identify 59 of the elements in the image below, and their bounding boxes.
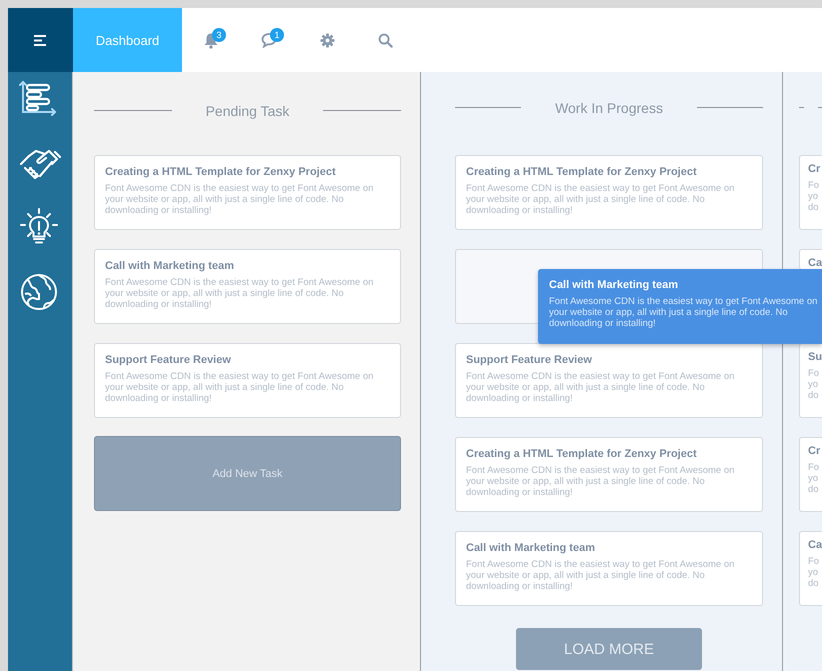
count-badge: 1 [270,28,284,42]
card-text: Fo [808,556,820,567]
card-text: do [808,484,820,495]
add-task-button[interactable]: Add New Task [94,436,401,511]
card-text: yo [808,379,820,390]
card-title: Cr [808,163,822,175]
messages-button[interactable]: 1 [240,8,298,72]
card-text: yo [808,473,820,484]
card-text: Fo [808,368,820,379]
task-card[interactable]: Ca [799,249,822,270]
card-text: Fo [808,180,820,191]
card-text: Font Awesome CDN is the easiest way to get Font Awesome on your website or app, all with just a single line of code. No downloading or installing! [549,296,818,329]
task-card[interactable]: Creating a HTML Template for Zenxy Project Font Awesome CDN is the easiest way to get Font Awesome on your website or app, all with just a single line of code. No downloading or installing! [455,437,763,512]
card-title: Call with Marketing team [549,279,679,291]
card-title: Creating a HTML Template for Zenxy Project [466,166,698,178]
column-title: Pending Task [204,102,290,118]
search-icon [378,32,392,48]
menu-icon [34,34,47,46]
card-text: Font Awesome CDN is the easiest way to get Font Awesome on your website or app, all with just a single line of code. No downloading or installing! [466,183,736,216]
card-title: Creating a HTML Template for Zenxy Project [466,448,698,460]
task-card[interactable]: Cr Fo yo do [799,155,822,230]
card-text: Font Awesome CDN is the easiest way to get Font Awesome on your website or app, all with just a single line of code. No downloading or installing! [466,559,736,592]
task-card[interactable]: Support Feature Review Font Awesome CDN is the easiest way to get Font Awesome on your website or app, all with just a single line of code. No downloading or installing! [94,343,401,418]
card-text: yo [808,191,820,202]
task-card[interactable]: Creating a HTML Template for Zenxy Project Font Awesome CDN is the easiest way to get Font Awesome on your website or app, all with just a single line of code. No downloading or installing! [455,155,763,230]
task-card[interactable]: Ca Fo yo do [799,531,822,606]
card-title: Call with Marketing team [466,542,596,554]
card-text: Fo [808,462,820,473]
card-text: do [808,390,820,401]
card-text: yo [808,567,820,578]
card-text: Font Awesome CDN is the easiest way to get Font Awesome on your website or app, all with just a single line of code. No downloading or installing! [466,465,736,498]
task-card[interactable]: Support Feature Review Font Awesome CDN is the easiest way to get Font Awesome on your website or app, all with just a single line of code. No downloading or installing! [455,343,763,418]
card-text: Font Awesome CDN is the easiest way to get Font Awesome on your website or app, all with just a single line of code. No downloading or installing! [105,371,374,404]
card-title: Creating a HTML Template for Zenxy Project [105,166,337,178]
card-title: Support Feature Review [105,354,232,366]
card-title: Support Feature Review [466,354,593,366]
dashboard-tab[interactable]: Dashboard [73,8,182,72]
dragged-task-card[interactable]: Call with Marketing team Font Awesome CDN is the easiest way to get Font Awesome on your website or app, all with just a single line of code. No downloading or installing! [538,269,822,344]
count-badge: 3 [212,28,226,42]
card-title: Su [808,351,822,363]
speech-bubble-icon [261,32,277,48]
card-text: Font Awesome CDN is the easiest way to get Font Awesome on your website or app, all with just a single line of code. No downloading or installing! [105,277,374,310]
card-text: Font Awesome CDN is the easiest way to get Font Awesome on your website or app, all with just a single line of code. No downloading or installing! [105,183,374,216]
settings-icon [320,32,334,48]
task-card[interactable]: Call with Marketing team Font Awesome CDN is the easiest way to get Font Awesome on your website or app, all with just a single line of code. No downloading or installing! [455,531,763,606]
column-title: Work In Progress [554,100,664,116]
notifications-button[interactable]: 3 [182,8,240,72]
load-more-button[interactable]: LOAD MORE [516,628,702,670]
card-text: do [808,578,820,589]
task-card[interactable]: Su Fo yo do [799,343,822,418]
card-title: Ca [808,539,822,551]
card-title: Ca [808,257,822,269]
card-title: Cr [808,445,822,457]
task-card[interactable]: Creating a HTML Template for Zenxy Project Font Awesome CDN is the easiest way to get Font Awesome on your website or app, all with just a single line of code. No downloading or installing! [94,155,401,230]
card-text: do [808,202,820,213]
task-card[interactable]: Cr Fo yo do [799,437,822,512]
task-card[interactable]: Call with Marketing team Font Awesome CDN is the easiest way to get Font Awesome on your website or app, all with just a single line of code. No downloading or installing! [94,249,401,324]
card-text: Font Awesome CDN is the easiest way to get Font Awesome on your website or app, all with just a single line of code. No downloading or installing! [466,371,736,404]
card-title: Call with Marketing team [105,260,235,272]
